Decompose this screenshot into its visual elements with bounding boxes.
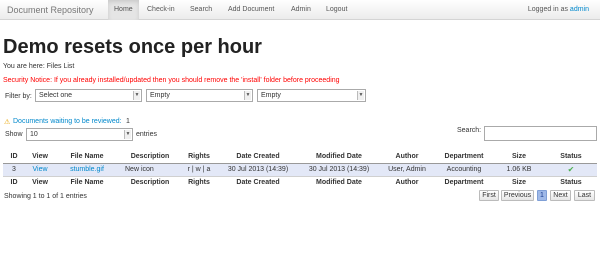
- col-header-date-created[interactable]: Date Created: [217, 150, 299, 164]
- search-input[interactable]: [484, 126, 597, 141]
- search-label: Search:: [457, 127, 482, 134]
- col-footer-date-created: Date Created: [217, 175, 299, 189]
- pager-first-button[interactable]: First: [479, 190, 499, 201]
- filter-select-3-value: Empty: [261, 92, 281, 99]
- col-header-id[interactable]: ID: [3, 150, 25, 164]
- cell-date-created: 30 Jul 2013 (14:39): [217, 163, 299, 177]
- col-footer-author: Author: [379, 175, 435, 189]
- pending-documents-link[interactable]: Documents waiting to be reviewed:: [13, 118, 122, 125]
- pending-documents-count: 1: [126, 118, 130, 125]
- checkmark-icon: ✔: [567, 165, 575, 174]
- col-header-author[interactable]: Author: [379, 150, 435, 164]
- nav-add-document[interactable]: Add Document: [228, 0, 274, 20]
- col-header-description[interactable]: Description: [119, 150, 181, 164]
- chevron-down-icon: ▼: [244, 91, 251, 100]
- cell-modified-date: 30 Jul 2013 (14:39): [299, 163, 379, 177]
- col-header-file-name[interactable]: File Name: [55, 150, 119, 164]
- nav-logout[interactable]: Logout: [326, 0, 347, 20]
- filter-select-3[interactable]: Empty ▼: [257, 89, 366, 102]
- col-footer-rights: Rights: [181, 175, 217, 189]
- cell-status: ✔: [545, 163, 597, 177]
- col-header-department[interactable]: Department: [435, 150, 493, 164]
- login-user-link[interactable]: admin: [570, 6, 589, 13]
- col-header-size[interactable]: Size: [493, 150, 545, 164]
- col-footer-file-name: File Name: [55, 175, 119, 189]
- col-footer-modified-date: Modified Date: [299, 175, 379, 189]
- nav-home[interactable]: Home: [108, 0, 139, 20]
- col-footer-department: Department: [435, 175, 493, 189]
- col-footer-status: Status: [545, 175, 597, 189]
- filter-select-2[interactable]: Empty ▼: [146, 89, 253, 102]
- col-footer-size: Size: [493, 175, 545, 189]
- pager-last-button[interactable]: Last: [574, 190, 595, 201]
- cell-rights: r | w | a: [181, 163, 217, 177]
- pager-previous-button[interactable]: Previous: [501, 190, 534, 201]
- pager-page-1-button[interactable]: 1: [537, 190, 547, 201]
- table-footer-row: ID View File Name Description Rights Dat…: [3, 175, 597, 189]
- page-size-value: 10: [30, 131, 38, 138]
- col-header-rights[interactable]: Rights: [181, 150, 217, 164]
- warning-icon: ⚠: [4, 119, 11, 126]
- cell-size: 1.06 KB: [493, 163, 545, 177]
- cell-author: User, Admin: [379, 163, 435, 177]
- page-title: Demo resets once per hour: [3, 36, 262, 58]
- chevron-down-icon: ▼: [357, 91, 364, 100]
- entries-label: entries: [136, 131, 158, 138]
- table-info: Showing 1 to 1 of 1 entries: [4, 193, 87, 200]
- cell-id: 3: [3, 163, 25, 177]
- col-header-status[interactable]: Status: [545, 150, 597, 164]
- brand-title[interactable]: Document Repository: [7, 5, 94, 15]
- filter-select-1[interactable]: Select one ▼: [35, 89, 142, 102]
- security-notice: Security Notice: If you already installe…: [3, 77, 340, 84]
- nav-admin[interactable]: Admin: [291, 0, 311, 20]
- nav-search[interactable]: Search: [190, 0, 212, 20]
- table-row: 3 View stumble.gif New icon r | w | a 30…: [3, 163, 597, 177]
- breadcrumb: You are here: Files List: [3, 63, 75, 70]
- filter-select-2-value: Empty: [150, 92, 170, 99]
- filter-label: Filter by:: [5, 93, 32, 100]
- show-label: Show: [5, 131, 23, 138]
- table-header-row: ID View File Name Description Rights Dat…: [3, 150, 597, 164]
- col-header-view[interactable]: View: [25, 150, 55, 164]
- login-status: Logged in as admin: [528, 0, 589, 20]
- nav-check-in[interactable]: Check-in: [147, 0, 175, 20]
- chevron-down-icon: ▼: [124, 130, 131, 139]
- login-prefix: Logged in as: [527, 6, 568, 13]
- col-header-modified-date[interactable]: Modified Date: [299, 150, 379, 164]
- page-size-select[interactable]: 10 ▼: [26, 128, 133, 141]
- col-footer-description: Description: [119, 175, 181, 189]
- view-link[interactable]: View: [25, 163, 55, 177]
- pager-next-button[interactable]: Next: [550, 190, 571, 201]
- chevron-down-icon: ▼: [133, 91, 140, 100]
- file-name-link[interactable]: stumble.gif: [55, 163, 119, 177]
- col-footer-view: View: [25, 175, 55, 189]
- col-footer-id: ID: [3, 175, 25, 189]
- cell-department: Accounting: [435, 163, 493, 177]
- top-navbar: Document Repository Home Check-in Search…: [0, 0, 600, 20]
- filter-select-1-value: Select one: [39, 92, 73, 99]
- files-table: ID View File Name Description Rights Dat…: [3, 150, 597, 189]
- cell-description: New icon: [119, 163, 181, 177]
